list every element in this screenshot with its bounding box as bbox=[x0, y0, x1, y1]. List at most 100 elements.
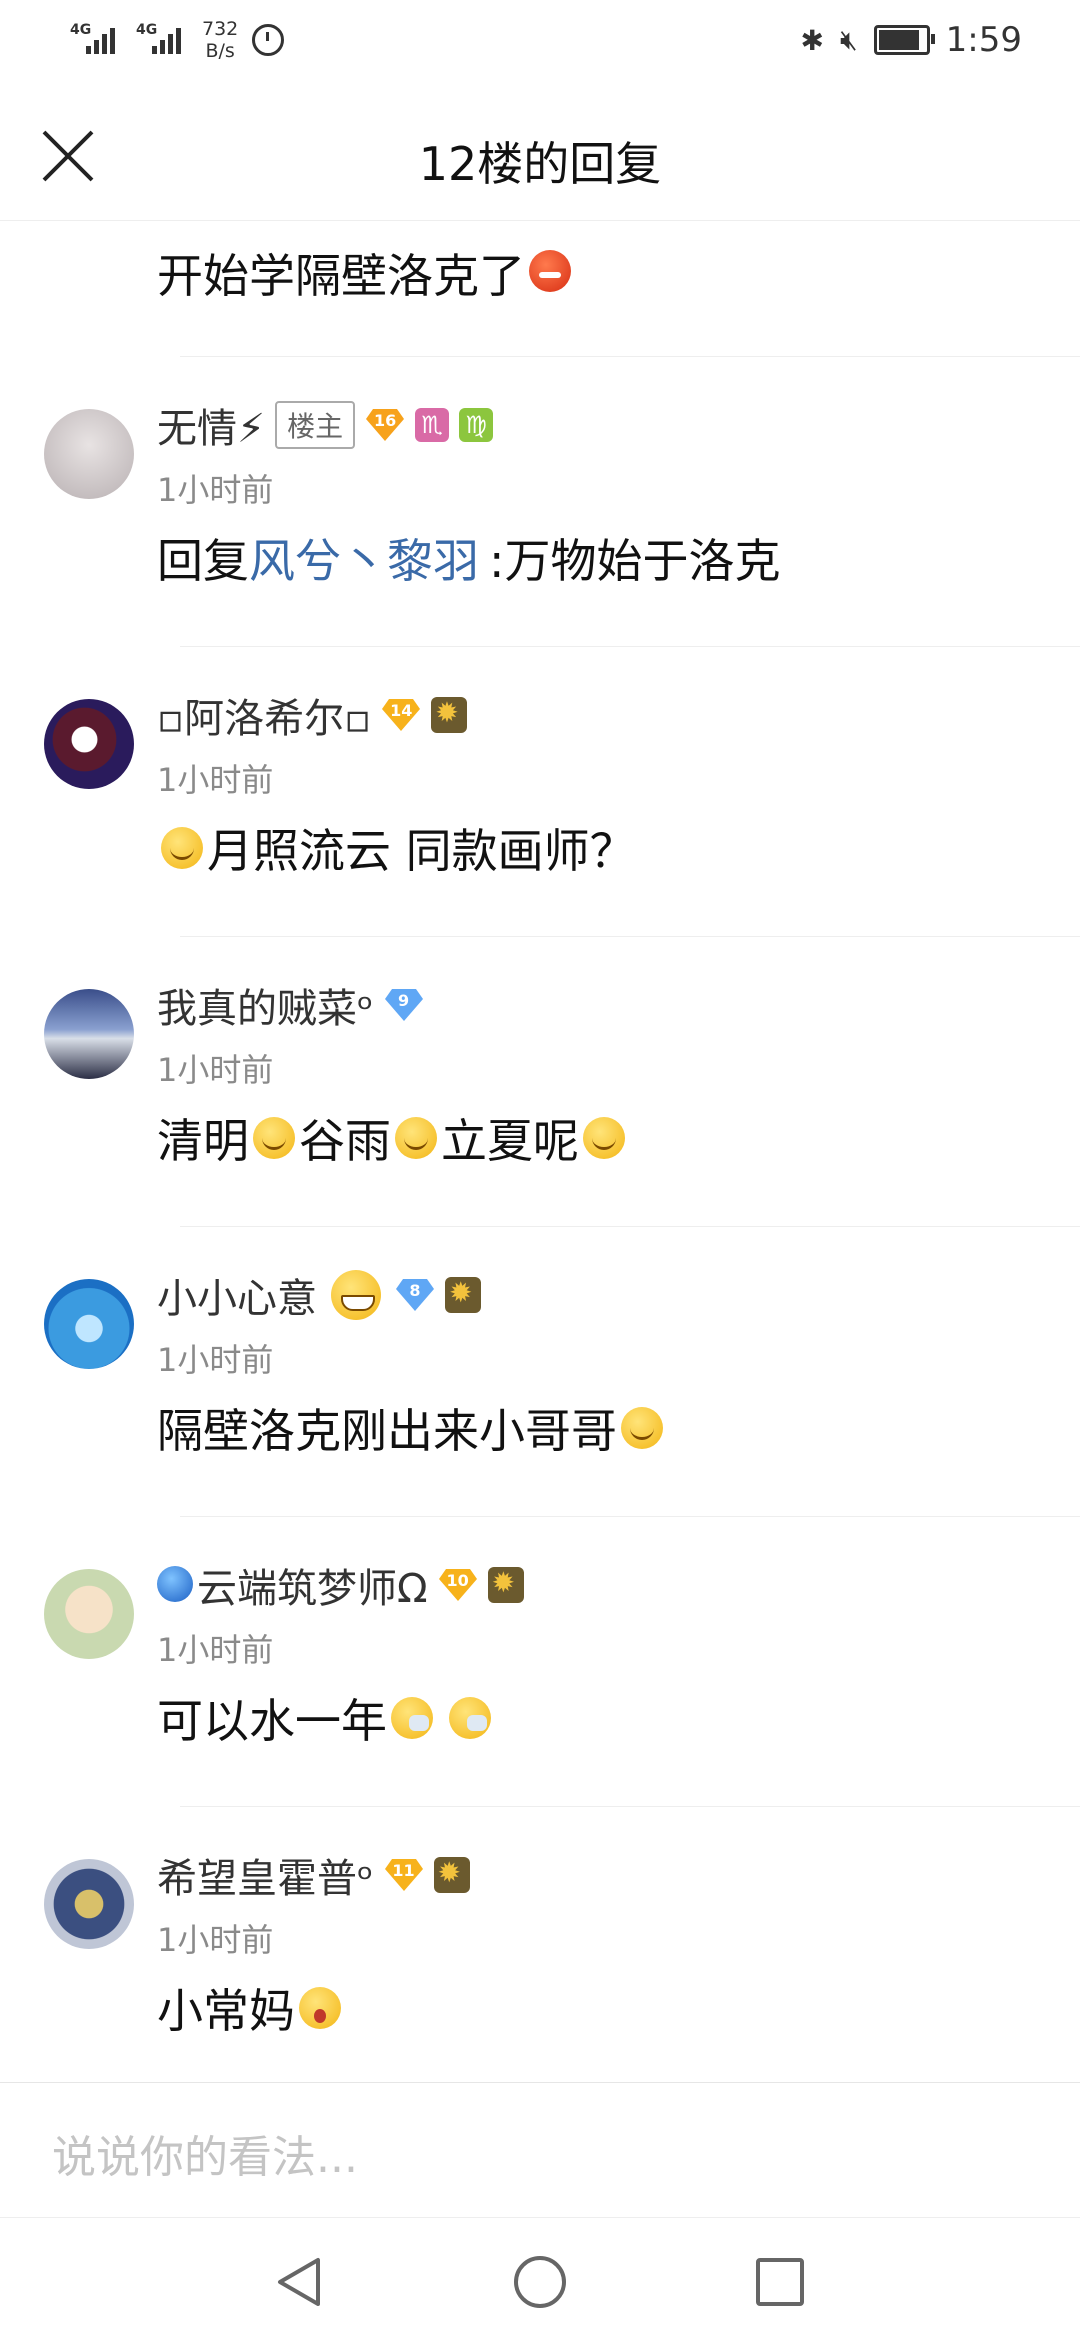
recents-square-icon bbox=[756, 2258, 804, 2306]
comment-content: 小常妈 bbox=[157, 1975, 345, 2041]
level-badge-icon: 9 bbox=[384, 987, 424, 1023]
comment-text: 小常妈 bbox=[157, 1984, 295, 2038]
level-number: 10 bbox=[446, 1571, 469, 1590]
user-meta: 小小心意 8 bbox=[157, 1267, 481, 1323]
level-badge-icon: 11 bbox=[384, 1857, 424, 1893]
comment-text-part: 谷雨 bbox=[299, 1114, 391, 1168]
comment-text: 月照流云 同款画师？ bbox=[207, 824, 636, 878]
page-title: 12楼的回复 bbox=[418, 137, 662, 191]
username-text: 云端筑梦师Ω bbox=[197, 1566, 428, 1612]
reply-target-link[interactable]: 风兮丶黎羽 bbox=[249, 525, 479, 591]
comment-content: 清明 谷雨 立夏呢 bbox=[157, 1105, 629, 1171]
level-number: 11 bbox=[392, 1861, 415, 1880]
sneeze-emoji-icon bbox=[449, 1697, 491, 1739]
comment-content: 可以水一年 bbox=[157, 1685, 495, 1751]
back-triangle-icon bbox=[278, 2258, 320, 2306]
level-number: 9 bbox=[397, 991, 410, 1010]
list-item[interactable]: 云端筑梦师Ω 10 1小时前 可以水一年 bbox=[0, 1517, 1080, 1806]
back-button[interactable] bbox=[272, 2254, 328, 2310]
list-item[interactable]: 小小心意 8 1小时前 隔壁洛克刚出来小哥哥 bbox=[0, 1227, 1080, 1516]
level-badge-icon: 14 bbox=[381, 697, 421, 733]
status-right: ✱ 🔇︎ 1:59 bbox=[801, 20, 1022, 60]
avatar[interactable] bbox=[44, 989, 134, 1079]
username[interactable]: 我真的贼菜ᵒ bbox=[157, 976, 374, 1034]
reply-text: 开始学隔壁洛克了 bbox=[157, 249, 525, 303]
comment-text: :万物始于洛克 bbox=[489, 534, 781, 588]
recents-button[interactable] bbox=[752, 2254, 808, 2310]
battery-icon bbox=[873, 25, 935, 55]
avatar[interactable] bbox=[44, 699, 134, 789]
speed-unit: B/s bbox=[205, 40, 235, 62]
comment-input-bar[interactable]: 说说你的看法... bbox=[0, 2082, 1080, 2217]
avatar[interactable] bbox=[44, 1279, 134, 1369]
clock: 1:59 bbox=[945, 20, 1022, 60]
timestamp: 1小时前 bbox=[157, 761, 274, 799]
medal-icon bbox=[431, 696, 468, 733]
status-bar: 4G 4G 732 B/s ✱ 🔇︎ 1:59 bbox=[0, 0, 1080, 90]
smile-emoji-icon bbox=[395, 1117, 437, 1159]
user-meta: 希望皇霍普ᵒ 11 bbox=[157, 1847, 470, 1903]
username[interactable]: 小小心意 bbox=[157, 1266, 317, 1324]
medal-icon bbox=[487, 1566, 524, 1603]
speed-value: 732 bbox=[202, 18, 239, 40]
user-meta: 云端筑梦师Ω 10 bbox=[157, 1557, 524, 1613]
surprised-emoji-icon bbox=[299, 1987, 341, 2029]
level-badge-icon: 16 bbox=[365, 407, 405, 443]
home-circle-icon bbox=[514, 2256, 566, 2308]
comment-text: 隔壁洛克刚出来小哥哥 bbox=[157, 1404, 617, 1458]
avatar[interactable] bbox=[44, 409, 134, 499]
timestamp: 1小时前 bbox=[157, 1921, 274, 1959]
smile-emoji-icon bbox=[583, 1117, 625, 1159]
mute-icon: 🔇︎ bbox=[840, 23, 858, 56]
comment-text-part: 清明 bbox=[157, 1114, 249, 1168]
level-number: 16 bbox=[373, 411, 397, 430]
reply-content: 开始学隔壁洛克了 bbox=[157, 240, 575, 306]
comment-input[interactable]: 说说你的看法... bbox=[52, 2121, 358, 2185]
virgo-icon: ♍︎ bbox=[459, 408, 494, 442]
username[interactable]: ▫阿洛希尔▫ bbox=[157, 686, 371, 744]
list-item[interactable]: ▫阿洛希尔▫ 14 1小时前 月照流云 同款画师？ bbox=[0, 647, 1080, 936]
owner-badge: 楼主 bbox=[275, 401, 356, 449]
top-bar: 12楼的回复 bbox=[0, 100, 1080, 221]
username[interactable]: 无情⚡ bbox=[157, 396, 265, 454]
level-badge-icon: 8 bbox=[395, 1277, 435, 1313]
comment-content: 月照流云 同款画师？ bbox=[157, 815, 636, 881]
comment-content: 回复 风兮丶黎羽 :万物始于洛克 bbox=[157, 525, 781, 591]
username[interactable]: 希望皇霍普ᵒ bbox=[157, 1846, 374, 1904]
avatar[interactable] bbox=[44, 1859, 134, 1949]
bluetooth-icon: ✱ bbox=[800, 23, 824, 57]
comment-content: 隔壁洛克刚出来小哥哥 bbox=[157, 1395, 667, 1461]
status-left: 4G 4G 732 B/s bbox=[70, 18, 285, 62]
level-number: 14 bbox=[390, 701, 413, 720]
smile-emoji-icon bbox=[161, 827, 203, 869]
username[interactable]: 云端筑梦师Ω bbox=[157, 1556, 428, 1614]
list-item[interactable]: 希望皇霍普ᵒ 11 1小时前 小常妈 bbox=[0, 1807, 1080, 2096]
system-nav-bar bbox=[0, 2217, 1080, 2341]
globe-icon bbox=[157, 1566, 193, 1602]
scorpio-icon: ♏︎ bbox=[415, 408, 450, 442]
list-item[interactable]: 开始学隔壁洛克了 bbox=[0, 222, 1080, 356]
signal-icon-2: 4G bbox=[136, 18, 192, 62]
alarm-icon bbox=[252, 24, 285, 56]
user-meta: ▫阿洛希尔▫ 14 bbox=[157, 686, 468, 744]
smile-emoji-icon bbox=[253, 1117, 295, 1159]
list-item[interactable]: 无情⚡ 楼主 16 ♏︎ ♍︎ 1小时前 回复 风兮丶黎羽 :万物始于洛克 bbox=[0, 357, 1080, 646]
medal-icon bbox=[445, 1276, 481, 1313]
emoji-icon bbox=[529, 250, 571, 292]
signal-icon: 4G bbox=[70, 18, 126, 62]
medal-icon bbox=[433, 1856, 470, 1893]
timestamp: 1小时前 bbox=[157, 1631, 274, 1669]
level-badge-icon: 10 bbox=[438, 1567, 478, 1603]
reply-list: 开始学隔壁洛克了 无情⚡ 楼主 16 ♏︎ ♍︎ 1小时前 回复 风兮丶黎羽 :… bbox=[0, 222, 1080, 2096]
home-button[interactable] bbox=[512, 2254, 568, 2310]
avatar[interactable] bbox=[44, 1569, 134, 1659]
user-meta: 我真的贼菜ᵒ 9 bbox=[157, 977, 424, 1033]
timestamp: 1小时前 bbox=[157, 471, 274, 509]
network-speed: 732 B/s bbox=[202, 18, 238, 62]
timestamp: 1小时前 bbox=[157, 1051, 274, 1089]
user-meta: 无情⚡ 楼主 16 ♏︎ ♍︎ bbox=[157, 396, 494, 454]
list-item[interactable]: 我真的贼菜ᵒ 9 1小时前 清明 谷雨 立夏呢 bbox=[0, 937, 1080, 1226]
reply-prefix: 回复 bbox=[157, 534, 249, 588]
timestamp: 1小时前 bbox=[157, 1341, 274, 1379]
comment-text-part: 立夏呢 bbox=[441, 1114, 579, 1168]
